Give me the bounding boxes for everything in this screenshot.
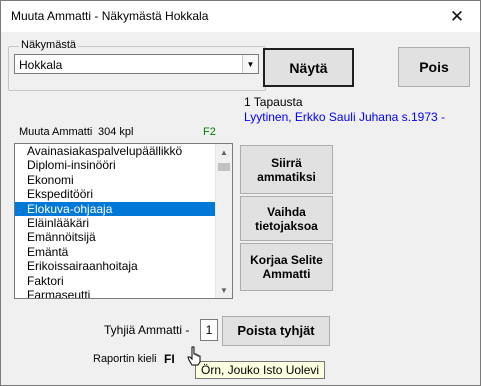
list-title: Muuta Ammatti [19,126,93,138]
show-button[interactable]: Näytä [263,48,354,87]
scrollbar-thumb[interactable] [218,163,230,171]
person-link[interactable]: Lyytinen, Erkko Sauli Juhana s.1973 - [244,110,445,124]
view-combobox-value: Hokkala [19,58,63,72]
empty-occupations-label: Tyhjiä Ammatti - [104,323,190,337]
exit-button[interactable]: Pois [398,47,470,87]
fix-explanation-button[interactable]: Korjaa Selite Ammatti [240,243,333,291]
list-item[interactable]: Diplomi-insinööri [15,158,217,172]
title-bar: Muuta Ammatti - Näkymästä Hokkala ✕ [1,1,480,32]
list-item[interactable]: Emännöitsijä [15,230,217,244]
change-period-button[interactable]: Vaihda tietojaksoa [240,196,333,241]
move-to-occupation-button[interactable]: Siirrä ammatiksi [240,145,333,194]
report-language-label: Raportin kieli [93,353,157,365]
dialog-window: Muuta Ammatti - Näkymästä Hokkala ✕ Näky… [0,0,481,386]
tooltip: Örn, Jouko Isto Uolevi [195,361,326,379]
view-combobox[interactable]: Hokkala ▼ [14,54,259,74]
scroll-down-icon[interactable]: ▼ [216,282,232,298]
list-item[interactable]: Eläinlääkäri [15,216,217,230]
list-item[interactable]: Faktori [15,274,217,288]
list-item[interactable]: Erikoissairaanhoitaja [15,259,217,273]
list-item[interactable]: Ekonomi [15,173,217,187]
list-item[interactable]: Avainasiakaspalvelupäällikkö [15,144,217,158]
remove-empty-button[interactable]: Poista tyhjät [222,316,330,346]
chevron-down-icon[interactable]: ▼ [242,55,258,73]
hand-cursor-icon [187,346,201,366]
scroll-up-icon[interactable]: ▲ [216,144,232,160]
occupation-listbox[interactable]: Avainasiakaspalvelupäällikkö Diplomi-insi… [14,143,233,299]
list-item[interactable]: Ekspeditööri [15,187,217,201]
list-item[interactable]: Farmaseutti [15,288,217,298]
occupation-list: Avainasiakaspalvelupäällikkö Diplomi-insi… [15,144,217,298]
window-title: Muuta Ammatti - Näkymästä Hokkala [11,9,209,23]
list-count: 304 kpl [98,126,134,138]
case-count-label: 1 Tapausta [244,95,303,109]
report-language-value: FI [164,352,175,366]
view-group-label: Näkymästä [19,39,79,51]
close-button[interactable]: ✕ [434,1,480,32]
f2-shortcut-label: F2 [203,126,216,138]
list-item[interactable]: Elokuva-ohjaaja [15,201,217,216]
list-scrollbar[interactable]: ▲ ▼ [215,144,232,298]
list-item[interactable]: Emäntä [15,245,217,259]
empty-occupations-value[interactable]: 1 [200,319,218,341]
